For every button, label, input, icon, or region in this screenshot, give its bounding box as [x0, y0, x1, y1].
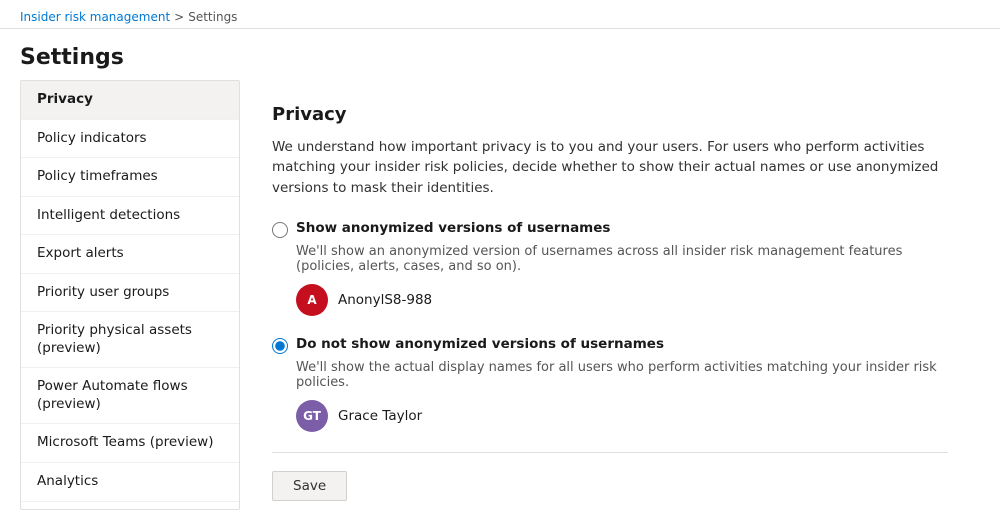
option-actual-desc: We'll show the actual display names for …	[296, 360, 948, 390]
anonymized-user-example: A AnonylS8-988	[296, 284, 948, 316]
option-actual-block: Do not show anonymized versions of usern…	[272, 336, 948, 432]
option-anonymized-block: Show anonymized versions of usernames We…	[272, 220, 948, 316]
sidebar-item-microsoft-teams[interactable]: Microsoft Teams (preview)	[21, 424, 239, 463]
anonymized-username: AnonylS8-988	[338, 292, 432, 308]
divider	[272, 452, 948, 453]
actual-username: Grace Taylor	[338, 408, 422, 424]
breadcrumb-separator: >	[174, 10, 184, 24]
sidebar-item-export-alerts[interactable]: Export alerts	[21, 235, 239, 274]
sidebar-item-admin-notifications[interactable]: Admin notifications	[21, 502, 239, 510]
page-title: Settings	[20, 45, 980, 70]
sidebar: Privacy Policy indicators Policy timefra…	[20, 80, 240, 510]
anonymized-avatar-initials: A	[307, 293, 316, 307]
sidebar-item-priority-user-groups[interactable]: Priority user groups	[21, 274, 239, 313]
sidebar-item-power-automate-flows[interactable]: Power Automate flows (preview)	[21, 368, 239, 424]
sidebar-item-privacy[interactable]: Privacy	[21, 81, 239, 120]
option-anonymized-label[interactable]: Show anonymized versions of usernames	[296, 220, 610, 236]
actual-avatar: GT	[296, 400, 328, 432]
main-layout: Privacy Policy indicators Policy timefra…	[0, 80, 1000, 520]
sidebar-item-intelligent-detections[interactable]: Intelligent detections	[21, 197, 239, 236]
content-description: We understand how important privacy is t…	[272, 137, 948, 198]
breadcrumb-current: Settings	[188, 10, 237, 24]
save-button[interactable]: Save	[272, 471, 347, 501]
option-actual-radio[interactable]	[272, 338, 288, 354]
sidebar-item-policy-indicators[interactable]: Policy indicators	[21, 120, 239, 159]
content-title: Privacy	[272, 104, 948, 125]
sidebar-item-analytics[interactable]: Analytics	[21, 463, 239, 502]
anonymized-avatar: A	[296, 284, 328, 316]
option-anonymized-radio[interactable]	[272, 222, 288, 238]
page-header: Settings	[0, 29, 1000, 80]
option-actual-row: Do not show anonymized versions of usern…	[272, 336, 948, 354]
actual-avatar-initials: GT	[303, 409, 321, 423]
option-anonymized-row: Show anonymized versions of usernames	[272, 220, 948, 238]
option-anonymized-desc: We'll show an anonymized version of user…	[296, 244, 948, 274]
sidebar-item-priority-physical-assets[interactable]: Priority physical assets (preview)	[21, 312, 239, 368]
option-actual-label[interactable]: Do not show anonymized versions of usern…	[296, 336, 664, 352]
actual-user-example: GT Grace Taylor	[296, 400, 948, 432]
content-area: Privacy We understand how important priv…	[240, 80, 980, 510]
breadcrumb: Insider risk management > Settings	[0, 0, 1000, 29]
sidebar-item-policy-timeframes[interactable]: Policy timeframes	[21, 158, 239, 197]
breadcrumb-parent[interactable]: Insider risk management	[20, 10, 170, 24]
